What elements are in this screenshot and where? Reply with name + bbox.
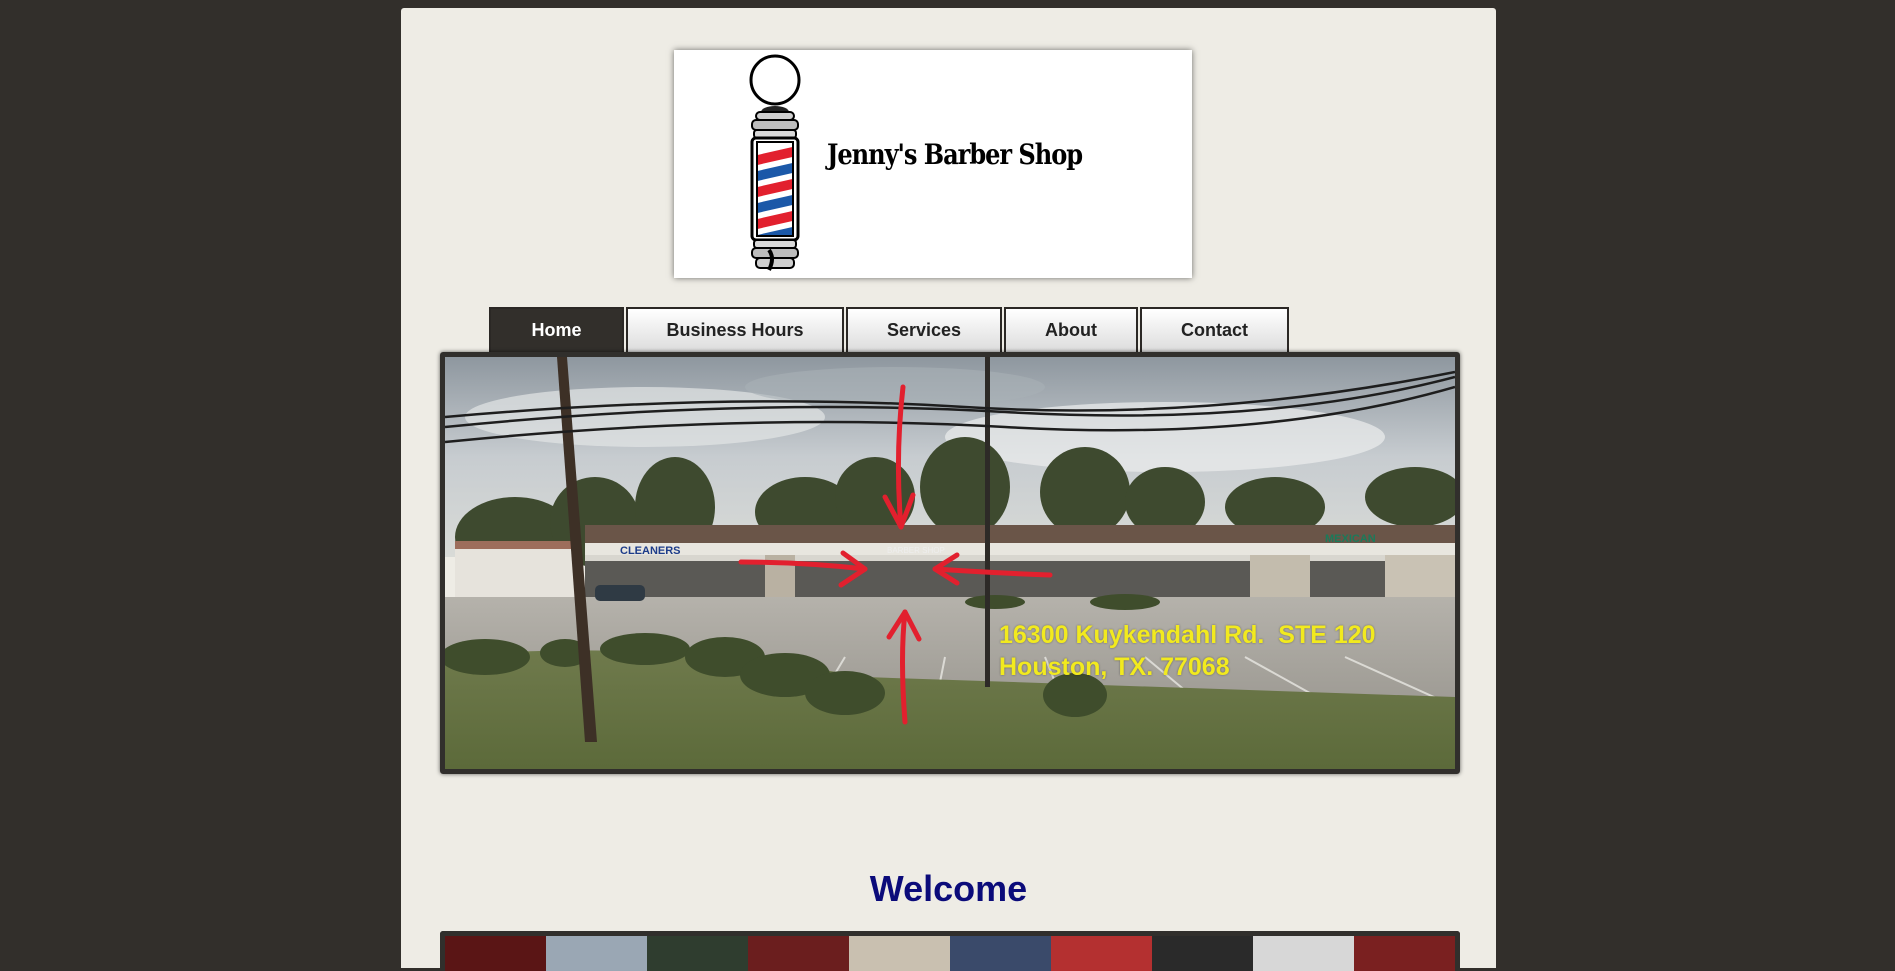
barber-pole-icon — [749, 54, 801, 271]
storefront-banner: CLEANERS MEXICAN BARBER SHOP 16300 Kuyke… — [440, 352, 1460, 774]
sign-barber: BARBER SHOP — [887, 546, 945, 555]
site-logo[interactable]: Jenny's Barber Shop — [674, 50, 1192, 278]
address-line-2: Houston, TX. 77068 — [999, 653, 1230, 681]
tab-business-hours[interactable]: Business Hours — [626, 307, 844, 352]
welcome-heading: Welcome — [869, 868, 1028, 909]
gallery-strip — [440, 931, 1460, 971]
storefront-photo: CLEANERS MEXICAN BARBER SHOP — [445, 357, 1455, 769]
page-container: Jenny's Barber Shop Home Business Hours … — [401, 8, 1496, 971]
main-nav: Home Business Hours Services About Conta… — [489, 307, 1291, 352]
address-overlay: 16300 Kuykendahl Rd. STE 120 Houston, TX… — [999, 619, 1376, 683]
tab-contact[interactable]: Contact — [1140, 307, 1289, 352]
tab-services[interactable]: Services — [846, 307, 1002, 352]
sign-cleaners: CLEANERS — [620, 545, 681, 557]
tab-home[interactable]: Home — [489, 307, 624, 352]
sign-mexican: MEXICAN — [1325, 533, 1376, 545]
tab-about[interactable]: About — [1004, 307, 1138, 352]
address-line-1: 16300 Kuykendahl Rd. STE 120 — [999, 621, 1376, 649]
logo-title: Jenny's Barber Shop — [827, 138, 1083, 171]
